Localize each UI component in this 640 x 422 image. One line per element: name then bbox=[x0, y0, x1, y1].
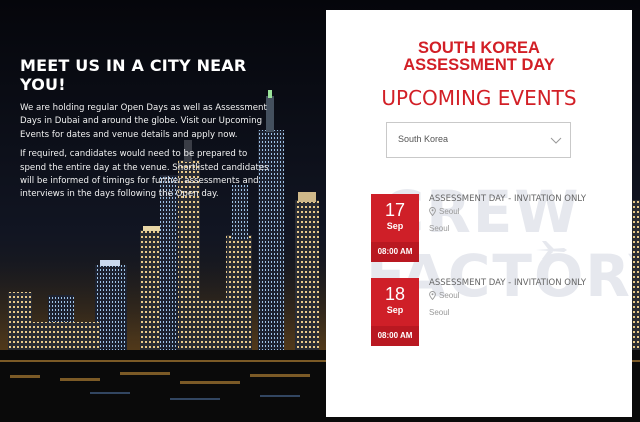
event-info: ASSESSMENT DAY - INVITATION ONLY Seoul S… bbox=[429, 278, 629, 317]
chevron-down-icon bbox=[550, 137, 562, 144]
intro-paragraph-1: We are holding regular Open Days as well… bbox=[20, 103, 267, 140]
event-date-box: 18 Sep 08:00 AM bbox=[371, 278, 419, 346]
event-time: 08:00 AM bbox=[371, 242, 419, 262]
event-month: Sep bbox=[386, 221, 404, 231]
event-info: ASSESSMENT DAY - INVITATION ONLY Seoul S… bbox=[429, 194, 629, 233]
event-day: 18 bbox=[384, 284, 406, 304]
intro-section: MEET US IN A CITY NEAR YOU! We are holdi… bbox=[20, 56, 270, 208]
panel-title: SOUTH KOREA ASSESSMENT DAY bbox=[326, 40, 632, 74]
event-city: Seoul bbox=[429, 224, 450, 233]
event-location: Seoul bbox=[429, 207, 629, 216]
intro-paragraph-2: If required, candidates would need to be… bbox=[20, 149, 269, 200]
event-location-text: Seoul bbox=[439, 291, 460, 300]
event-item[interactable]: 18 Sep 08:00 AM ASSESSMENT DAY - INVITAT… bbox=[371, 278, 631, 348]
event-title-link[interactable]: ASSESSMENT DAY - INVITATION ONLY bbox=[429, 194, 629, 204]
country-select-value: South Korea bbox=[398, 134, 449, 144]
map-pin-icon bbox=[429, 207, 436, 216]
intro-heading: MEET US IN A CITY NEAR YOU! bbox=[20, 56, 247, 94]
event-time: 08:00 AM bbox=[371, 326, 419, 346]
event-city: Seoul bbox=[429, 308, 450, 317]
event-title-link[interactable]: ASSESSMENT DAY - INVITATION ONLY bbox=[429, 278, 629, 288]
map-pin-icon bbox=[429, 291, 436, 300]
event-location-text: Seoul bbox=[439, 207, 460, 216]
panel-title-line-2: ASSESSMENT DAY bbox=[403, 56, 555, 74]
events-panel: CREW FACTORY SOUTH KOREA ASSESSMENT DAY … bbox=[326, 10, 632, 417]
event-location: Seoul bbox=[429, 291, 629, 300]
upcoming-events-heading: UPCOMING EVENTS bbox=[381, 86, 577, 110]
event-day: 17 bbox=[384, 200, 406, 220]
panel-title-line-1: SOUTH KOREA bbox=[418, 39, 540, 57]
event-item[interactable]: 17 Sep 08:00 AM ASSESSMENT DAY - INVITAT… bbox=[371, 194, 631, 264]
country-select[interactable]: South Korea bbox=[386, 122, 571, 158]
event-date-box: 17 Sep 08:00 AM bbox=[371, 194, 419, 262]
event-month: Sep bbox=[386, 305, 404, 315]
